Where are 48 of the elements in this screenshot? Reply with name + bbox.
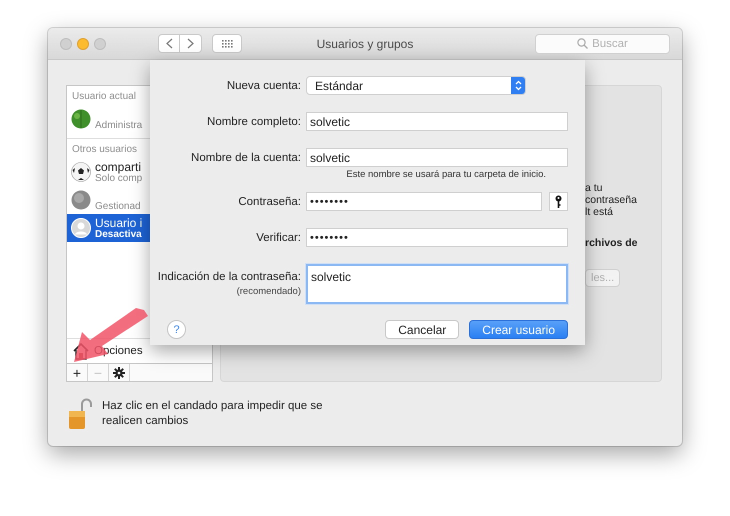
description-text: contraseña (585, 194, 637, 206)
description-text: lt está (585, 206, 614, 218)
password-field[interactable]: •••••••• (306, 192, 542, 211)
chevron-left-icon (166, 38, 172, 49)
field-sublabel: (recomendado) (236, 286, 301, 297)
soccer-ball-avatar-icon (71, 162, 91, 182)
password-assistant-button[interactable] (549, 192, 568, 211)
window-title: Usuarios y grupos (316, 36, 414, 50)
show-all-button[interactable] (212, 34, 242, 53)
field-label: Verificar: (256, 232, 301, 244)
field-label: Indicación de la contraseña: (158, 271, 301, 283)
user-role: Solo comp (95, 174, 142, 184)
unlocked-lock-icon[interactable] (68, 398, 92, 430)
chevron-right-icon (187, 38, 194, 49)
hint-text-area[interactable]: solvetic (306, 264, 568, 304)
help-button[interactable]: ? (167, 320, 186, 339)
forward-button[interactable] (180, 34, 202, 53)
settings-icon (113, 366, 125, 378)
add-button[interactable]: + (67, 364, 88, 381)
back-button[interactable] (158, 34, 180, 53)
description-text: rchivos de (585, 237, 638, 249)
text-field[interactable]: solvetic (306, 148, 568, 167)
lock-hint-text: Haz clic en el candado para impedir que se realicen cambios (102, 399, 324, 429)
password-field[interactable]: •••••••• (306, 228, 568, 247)
section-header: Otros usuarios (72, 144, 138, 155)
field-label: Nombre completo: (207, 116, 301, 128)
user-name: comparti (95, 160, 142, 174)
field-label: Nueva cuenta: (226, 80, 301, 92)
section-header: Usuario actual (72, 91, 136, 102)
grid-icon (222, 40, 232, 48)
cancel-button[interactable]: Cancelar (385, 320, 460, 339)
user-role: Administra (95, 120, 142, 131)
search-icon (577, 38, 588, 49)
user-role: Gestionad (95, 202, 141, 212)
user-role: Desactiva (95, 230, 142, 240)
text-field[interactable]: solvetic (306, 112, 568, 131)
updown-arrows-icon (514, 80, 522, 91)
description-text: a tu (585, 182, 603, 194)
person-avatar-icon (71, 218, 91, 238)
account-type-dropdown[interactable]: Estándar (306, 76, 526, 95)
avatar-icon (71, 190, 91, 210)
user-list-item[interactable]: Gestionad (67, 186, 212, 214)
field-hint: Este nombre se usará para tu carpeta de inicio. (345, 169, 547, 180)
user-name: Usuario i (95, 216, 142, 230)
key-icon (555, 195, 562, 208)
field-label: Nombre de la cuenta: (191, 152, 301, 164)
leaf-avatar-icon (71, 109, 91, 129)
field-label: Contraseña: (238, 196, 301, 208)
